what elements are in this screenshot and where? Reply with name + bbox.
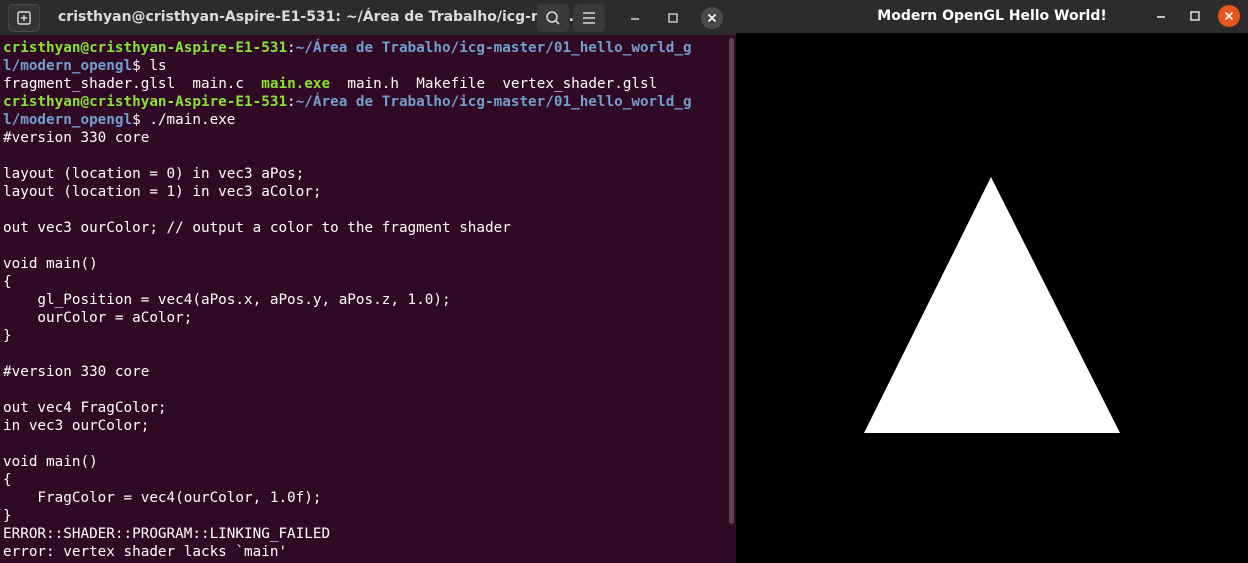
terminal-scrollbar[interactable]	[729, 38, 734, 524]
output-line: }	[3, 508, 12, 524]
file-entry: vertex_shader.glsl	[502, 76, 658, 92]
search-button[interactable]	[537, 4, 569, 32]
terminal-output[interactable]: cristhyan@cristhyan-Aspire-E1-531:~/Área…	[0, 35, 728, 563]
error-line: error: vertex shader lacks `main'	[3, 544, 288, 560]
opengl-titlebar[interactable]: Modern OpenGL Hello World!	[736, 0, 1248, 33]
menu-button[interactable]	[573, 4, 605, 32]
file-entry-executable: main.exe	[261, 76, 331, 92]
prompt-path: ~/Área de Trabalho/icg-master/01_hello_w…	[295, 40, 692, 56]
prompt-line: cristhyan@cristhyan-Aspire-E1-531:~/Área…	[3, 40, 692, 56]
prompt-path: ~/Área de Trabalho/icg-master/01_hello_w…	[295, 94, 692, 110]
output-line: ourColor = aColor;	[3, 310, 193, 326]
maximize-icon	[668, 13, 678, 23]
prompt-user: cristhyan@cristhyan-Aspire-E1-531	[3, 40, 288, 56]
prompt-path: l/modern_opengl	[3, 112, 133, 128]
close-icon	[707, 13, 717, 23]
command-text: ./main.exe	[149, 112, 236, 128]
output-line: void main()	[3, 454, 98, 470]
prompt-line: l/modern_opengl$ ./main.exe	[3, 112, 236, 128]
maximize-icon	[1190, 11, 1200, 21]
output-line: #version 330 core	[3, 364, 150, 380]
output-line: #version 330 core	[3, 130, 150, 146]
minimize-icon	[1157, 16, 1165, 18]
prompt-line: l/modern_opengl$ ls	[3, 58, 167, 74]
new-tab-button[interactable]	[8, 4, 40, 32]
output-line: }	[3, 328, 12, 344]
opengl-render-canvas	[736, 33, 1248, 563]
output-line: layout (location = 0) in vec3 aPos;	[3, 166, 305, 182]
output-line: FragColor = vec4(ourColor, 1.0f);	[3, 490, 322, 506]
prompt-path: l/modern_opengl	[3, 58, 133, 74]
command-text: ls	[149, 58, 167, 74]
file-entry: Makefile	[416, 76, 486, 92]
output-line: in vec3 ourColor;	[3, 418, 150, 434]
minimize-icon	[631, 18, 639, 20]
terminal-maximize-button[interactable]	[663, 8, 683, 28]
terminal-titlebar[interactable]: cristhyan@cristhyan-Aspire-E1-531: ~/Áre…	[0, 0, 736, 35]
opengl-close-button[interactable]	[1218, 5, 1240, 27]
output-line: out vec4 FragColor;	[3, 400, 167, 416]
output-line: void main()	[3, 256, 98, 272]
terminal-title: cristhyan@cristhyan-Aspire-E1-531: ~/Áre…	[58, 9, 580, 25]
ls-output-line: fragment_shader.glsl main.c main.exe mai…	[3, 75, 657, 93]
prompt-line: cristhyan@cristhyan-Aspire-E1-531:~/Área…	[3, 94, 692, 110]
search-icon	[546, 11, 560, 25]
terminal-window: cristhyan@cristhyan-Aspire-E1-531: ~/Áre…	[0, 0, 736, 563]
file-entry: main.c	[192, 76, 245, 92]
output-line: out vec3 ourColor; // output a color to …	[3, 220, 511, 236]
file-entry: fragment_shader.glsl	[3, 76, 176, 92]
opengl-window: Modern OpenGL Hello World!	[736, 0, 1248, 563]
error-line: ERROR::SHADER::PROGRAM::LINKING_FAILED	[3, 526, 331, 542]
opengl-window-title: Modern OpenGL Hello World!	[877, 8, 1107, 24]
output-line: gl_Position = vec4(aPos.x, aPos.y, aPos.…	[3, 292, 451, 308]
terminal-close-button[interactable]	[701, 7, 723, 29]
prompt-user: cristhyan@cristhyan-Aspire-E1-531	[3, 94, 288, 110]
output-line: layout (location = 1) in vec3 aColor;	[3, 184, 322, 200]
terminal-minimize-button[interactable]	[625, 8, 645, 28]
output-line: {	[3, 472, 12, 488]
new-tab-icon	[17, 11, 31, 25]
output-line: {	[3, 274, 12, 290]
opengl-minimize-button[interactable]	[1151, 6, 1171, 26]
close-icon	[1224, 11, 1234, 21]
file-entry: main.h	[347, 76, 399, 92]
hamburger-icon	[583, 12, 595, 24]
opengl-maximize-button[interactable]	[1185, 6, 1205, 26]
